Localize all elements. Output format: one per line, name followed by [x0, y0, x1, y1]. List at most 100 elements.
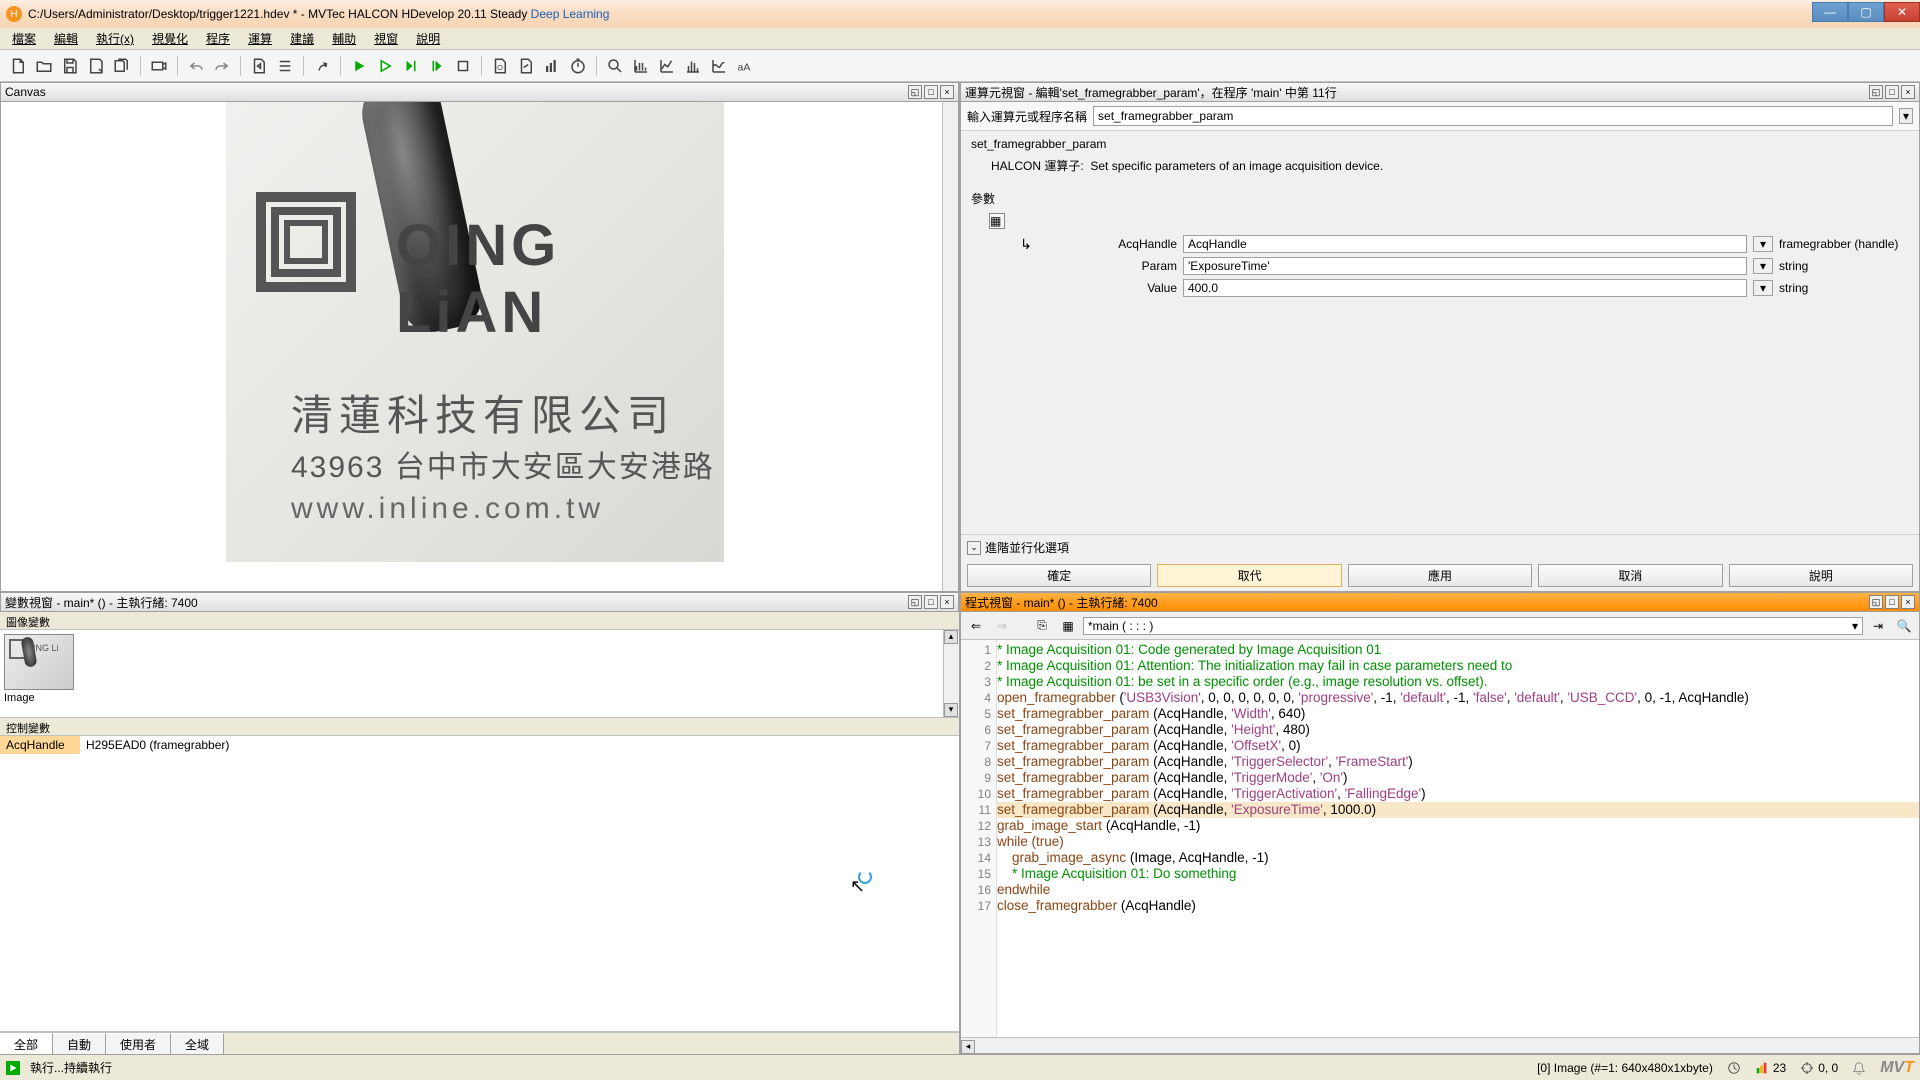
prog-pin-button[interactable]: ◱ [1869, 595, 1883, 609]
param-input-param[interactable] [1183, 257, 1747, 275]
var-row-acqhandle[interactable]: AcqHandle H295EAD0 (framegrabber) [0, 736, 959, 754]
menu-file[interactable]: 檔案 [4, 28, 44, 49]
procedure-selector[interactable]: *main ( : : : )▾ [1083, 617, 1863, 635]
menu-execute[interactable]: 執行(x) [88, 28, 142, 49]
param-label-acqhandle: AcqHandle [1067, 237, 1177, 251]
zoom-button[interactable] [603, 54, 627, 78]
menu-suggestions[interactable]: 建議 [282, 28, 322, 49]
save-button[interactable] [58, 54, 82, 78]
menu-operators[interactable]: 運算 [240, 28, 280, 49]
menu-window[interactable]: 視窗 [366, 28, 406, 49]
op-pin-button[interactable]: ◱ [1869, 85, 1883, 99]
cancel-button[interactable]: 取消 [1538, 564, 1722, 587]
cursor-icon: ↖ [850, 876, 865, 897]
code-hscrollbar[interactable]: ◂ [961, 1037, 1919, 1053]
prog-close-button[interactable]: × [1901, 595, 1915, 609]
var-pin-button[interactable]: ◱ [908, 595, 922, 609]
canvas-pin-button[interactable]: ◱ [908, 85, 922, 99]
export-button[interactable] [247, 54, 271, 78]
program-panel: ⇐ ⇒ ⎘ ▦ *main ( : : : )▾ ⇥ 🔍 1* Image Ac… [960, 612, 1920, 1054]
var-tab-auto[interactable]: 自動 [53, 1033, 106, 1054]
save-all-button[interactable] [110, 54, 134, 78]
menu-assist[interactable]: 輔助 [324, 28, 364, 49]
menu-procedure[interactable]: 程序 [198, 28, 238, 49]
title-bar: H C:/Users/Administrator/Desktop/trigger… [0, 0, 1920, 28]
gray-profile-button[interactable] [707, 54, 731, 78]
list-button[interactable] [273, 54, 297, 78]
stop-button[interactable] [451, 54, 475, 78]
step-into-button[interactable] [399, 54, 423, 78]
nav-fwd-button[interactable]: ⇒ [991, 615, 1013, 637]
param-dd-1[interactable]: ▾ [1753, 258, 1773, 274]
profiler-button[interactable] [540, 54, 564, 78]
var-tab-global[interactable]: 全域 [171, 1033, 224, 1054]
line-profile-button[interactable] [655, 54, 679, 78]
reset-button[interactable] [488, 54, 512, 78]
step-out-button[interactable] [425, 54, 449, 78]
replace-button[interactable]: 取代 [1157, 564, 1341, 587]
menu-help[interactable]: 說明 [408, 28, 448, 49]
op-input-label: 輸入運算元或程序名稱 [967, 108, 1087, 125]
canvas-max-button[interactable]: □ [924, 85, 938, 99]
param-type-param: string [1779, 259, 1909, 273]
step-over-button[interactable] [373, 54, 397, 78]
prog-max-button[interactable]: □ [1885, 595, 1899, 609]
var-tab-all[interactable]: 全部 [0, 1033, 53, 1054]
halcon-operator-label: HALCON 運算子: [991, 159, 1084, 173]
param-input-acqhandle[interactable] [1183, 235, 1747, 253]
find-button[interactable]: 🔍 [1893, 615, 1915, 637]
jump-to-pc-button[interactable]: ⇥ [1867, 615, 1889, 637]
font-button[interactable]: aA [733, 54, 757, 78]
image-var-thumb[interactable]: ING Li [4, 634, 74, 690]
image-var-label: Image [4, 692, 955, 704]
var-tab-user[interactable]: 使用者 [106, 1033, 171, 1054]
menu-edit[interactable]: 編輯 [46, 28, 86, 49]
histogram-button[interactable] [629, 54, 653, 78]
window-minimize-button[interactable]: — [1812, 2, 1848, 22]
camera-button[interactable] [147, 54, 171, 78]
undo-button[interactable] [184, 54, 208, 78]
code-editor[interactable]: 1* Image Acquisition 01: Code generated … [961, 640, 1919, 1037]
image-vars-scrollbar[interactable]: ▴ ▾ [943, 630, 959, 717]
advanced-expand-button[interactable]: ⌄ [967, 541, 981, 555]
memory-icon [1755, 1061, 1769, 1075]
feature-histogram-button[interactable] [681, 54, 705, 78]
open-file-button[interactable] [32, 54, 56, 78]
apply-button[interactable]: 應用 [1348, 564, 1532, 587]
control-vars-header: 控制變數 [0, 718, 959, 736]
param-type-value: string [1779, 281, 1909, 295]
canvas-close-button[interactable]: × [940, 85, 954, 99]
brand-text-en: QING LiAN [396, 212, 724, 346]
run-button[interactable] [347, 54, 371, 78]
memory-indicator: 23 [1755, 1061, 1786, 1075]
program-panel-header[interactable]: 程式視窗 - main* () - 主執行緒: 7400 ◱ □ × [960, 592, 1920, 612]
reset-program-button[interactable] [514, 54, 538, 78]
window-maximize-button[interactable]: ▢ [1848, 2, 1884, 22]
run-status-text: 執行...持續執行 [30, 1059, 112, 1076]
operator-name-input[interactable] [1093, 106, 1893, 126]
redo-button[interactable] [210, 54, 234, 78]
canvas-scrollbar[interactable] [942, 102, 958, 591]
var-close-button[interactable]: × [940, 595, 954, 609]
param-dd-2[interactable]: ▾ [1753, 280, 1773, 296]
canvas-viewport[interactable]: QING LiAN 清蓮科技有限公司 43963 台中市大安區大安港路 www.… [0, 102, 959, 592]
var-max-button[interactable]: □ [924, 595, 938, 609]
param-dd-0[interactable]: ▾ [1753, 236, 1773, 252]
ok-button[interactable]: 確定 [967, 564, 1151, 587]
copy-button[interactable]: ⎘ [1031, 615, 1053, 637]
save-as-button[interactable] [84, 54, 108, 78]
variable-panel-header[interactable]: 變數視窗 - main* () - 主執行緒: 7400 ◱ □ × [0, 592, 959, 612]
timer-button[interactable] [566, 54, 590, 78]
new-file-button[interactable] [6, 54, 30, 78]
help-button[interactable]: 說明 [1729, 564, 1913, 587]
window-close-button[interactable]: ✕ [1884, 2, 1920, 22]
op-close-button[interactable]: × [1901, 85, 1915, 99]
op-max-button[interactable]: □ [1885, 85, 1899, 99]
assistant-button[interactable] [310, 54, 334, 78]
operator-panel-header[interactable]: 運算元視窗 - 編輯'set_framegrabber_param'，在程序 '… [960, 82, 1920, 102]
param-input-value[interactable] [1183, 279, 1747, 297]
menu-visualize[interactable]: 視覺化 [144, 28, 196, 49]
op-dropdown-button[interactable]: ▾ [1899, 108, 1913, 124]
canvas-panel-header[interactable]: Canvas ◱ □ × [0, 82, 959, 102]
nav-back-button[interactable]: ⇐ [965, 615, 987, 637]
